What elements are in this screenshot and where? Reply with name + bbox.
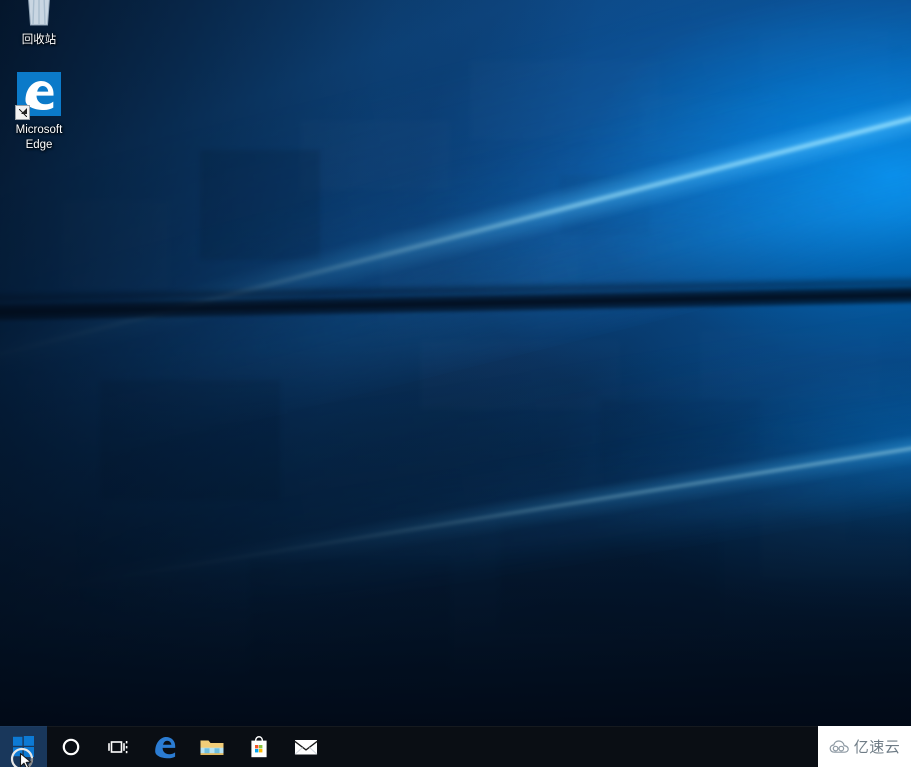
wallpaper-bottom-vignette xyxy=(0,0,911,726)
store-bag-icon xyxy=(250,735,267,757)
desktop-icon-recycle-bin[interactable]: 回收站 xyxy=(1,0,77,48)
start-button[interactable] xyxy=(0,726,47,767)
recycle-bin-icon xyxy=(15,0,63,30)
watermark-text: 亿速云 xyxy=(853,738,901,756)
taskbar-item-mail[interactable] xyxy=(282,726,329,767)
taskbar-item-microsoft-store[interactable] xyxy=(235,726,282,767)
windows-logo-icon xyxy=(13,736,34,757)
task-view-icon xyxy=(107,740,127,753)
folder-icon xyxy=(200,740,223,755)
taskbar-item-task-view[interactable] xyxy=(94,726,141,767)
edge-icon xyxy=(154,736,175,758)
envelope-icon xyxy=(293,739,318,755)
cloud-icon xyxy=(829,739,849,753)
cortana-circle-icon xyxy=(62,738,79,755)
taskbar xyxy=(0,726,911,767)
taskbar-item-cortana-search[interactable] xyxy=(47,726,94,767)
desktop-icon-label: 回收站 xyxy=(21,34,57,46)
desktop-icon-microsoft-edge[interactable]: Microsoft Edge xyxy=(1,72,77,153)
desktop-screen: 回收站 Microsoft Edge 亿速云 xyxy=(0,0,911,767)
edge-icon xyxy=(15,72,63,120)
shortcut-arrow-icon xyxy=(15,105,30,120)
desktop-icon-label: Microsoft Edge xyxy=(15,124,63,151)
taskbar-item-file-explorer[interactable] xyxy=(188,726,235,767)
desktop-wallpaper[interactable] xyxy=(0,0,911,726)
watermark: 亿速云 xyxy=(818,726,911,767)
taskbar-item-microsoft-edge[interactable] xyxy=(141,726,188,767)
